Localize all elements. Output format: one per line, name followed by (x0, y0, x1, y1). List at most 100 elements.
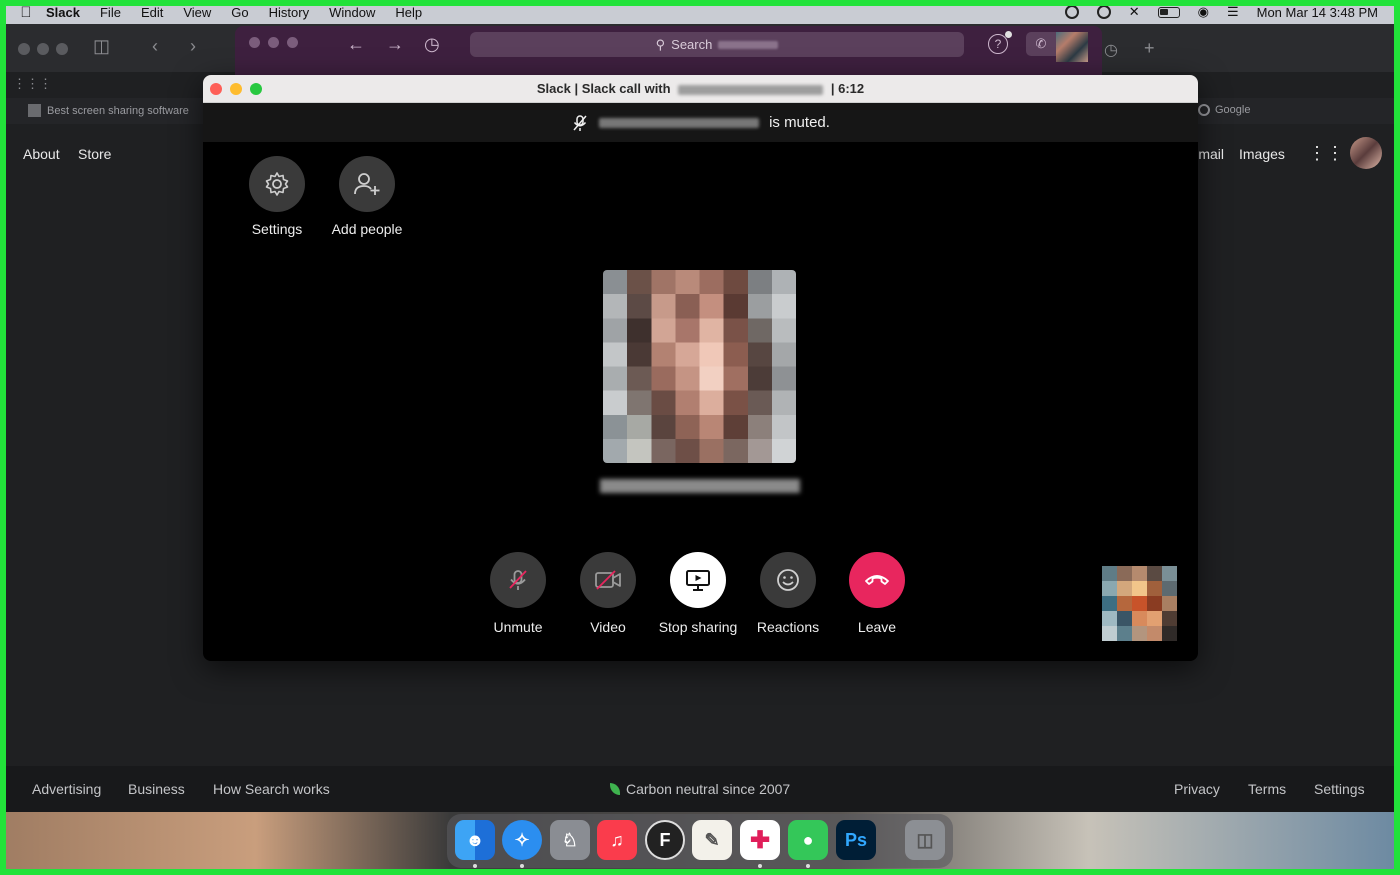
footer-terms[interactable]: Terms (1248, 781, 1286, 797)
add-people-circle (339, 156, 395, 212)
safari-icon[interactable]: ✧ (502, 820, 542, 860)
sidebar-toggle-icon[interactable]: ◫ (93, 36, 110, 57)
blurred-participant-name (600, 479, 800, 493)
browser-zoom-dot[interactable] (56, 43, 68, 55)
control-center-icon[interactable]: ☰ (1227, 4, 1239, 20)
slack-close-dot[interactable] (249, 37, 260, 48)
safari-running-dot (520, 864, 524, 868)
music-icon[interactable]: ♫ (597, 820, 637, 860)
call-window-title: Slack | Slack call with | 6:12 (536, 81, 865, 96)
menu-edit[interactable]: Edit (141, 5, 163, 20)
menu-view[interactable]: View (183, 5, 211, 20)
video-button[interactable]: Video (558, 552, 658, 635)
finder-running-dot (473, 864, 477, 868)
self-video-tile[interactable] (1102, 566, 1177, 641)
leave-circle (849, 552, 905, 608)
blurred-muted-name (599, 117, 760, 128)
self-pixelated-image (1102, 566, 1177, 641)
menu-window[interactable]: Window (329, 5, 375, 20)
leave-label: Leave (857, 619, 897, 635)
menubar-datetime[interactable]: Mon Mar 14 3:48 PM (1257, 5, 1378, 20)
footer-privacy[interactable]: Privacy (1174, 781, 1220, 797)
google-favicon-icon (1198, 104, 1210, 116)
wifi-icon[interactable]: ◉ (1198, 4, 1209, 20)
muted-notice: is muted. (203, 103, 1198, 142)
settings-label: Settings (251, 221, 303, 237)
reactions-circle (760, 552, 816, 608)
unmute-button[interactable]: Unmute (468, 552, 568, 635)
participant-video-tile[interactable] (603, 270, 796, 463)
huddle-phone-icon[interactable]: ✆ (1026, 32, 1056, 56)
footer-business[interactable]: Business (128, 781, 185, 797)
screen-share-icon (686, 570, 710, 591)
apple-menu-icon[interactable]:  (6, 4, 46, 21)
gear-icon (265, 172, 289, 196)
slack-minimize-dot[interactable] (268, 37, 279, 48)
footer-carbon-neutral[interactable]: Carbon neutral since 2007 (610, 781, 790, 797)
browser-minimize-dot[interactable] (37, 43, 49, 55)
unmute-circle (490, 552, 546, 608)
bluetooth-icon[interactable]: ✕ (1129, 4, 1140, 20)
forward-icon[interactable]: › (190, 36, 196, 57)
trash-icon[interactable]: ◫ (905, 820, 945, 860)
battery-icon[interactable] (1157, 6, 1180, 18)
photoshop-icon[interactable]: Ps (836, 820, 876, 860)
settings-circle (249, 156, 305, 212)
footer-how-search-works[interactable]: How Search works (213, 781, 330, 797)
bookmark-tab-google[interactable]: Google (1198, 104, 1250, 116)
mic-muted-icon (573, 114, 587, 131)
menu-history[interactable]: History (269, 5, 309, 20)
settings-button[interactable]: Settings (232, 156, 322, 237)
add-people-button[interactable]: Add people (322, 156, 412, 237)
messages-running-dot (806, 864, 810, 868)
textedit-icon[interactable]: ✎ (692, 820, 732, 860)
stop-sharing-button[interactable]: Stop sharing (648, 552, 748, 635)
menu-app-name[interactable]: Slack (46, 5, 80, 20)
launchpad-icon[interactable]: ♘ (550, 820, 590, 860)
search-icon: ⚲ (655, 36, 666, 52)
google-nav-images[interactable]: Images (1239, 146, 1285, 162)
menu-file[interactable]: File (100, 5, 121, 20)
smiley-icon (777, 569, 799, 591)
back-icon[interactable]: ‹ (152, 36, 158, 57)
hang-up-icon (865, 575, 889, 585)
slack-icon[interactable]: ✚ (740, 820, 780, 860)
tab-overview-icon[interactable]: ⋮⋮⋮ (13, 76, 52, 92)
menu-go[interactable]: Go (231, 5, 248, 20)
messages-icon[interactable]: ● (788, 820, 828, 860)
reactions-label: Reactions (756, 619, 820, 635)
video-circle (580, 552, 636, 608)
notification-dot (1005, 31, 1012, 38)
footer-settings[interactable]: Settings (1314, 781, 1365, 797)
sync-status-icon[interactable] (1096, 5, 1111, 19)
add-person-icon (354, 173, 380, 195)
unmute-label: Unmute (493, 619, 543, 635)
google-nav-store[interactable]: Store (78, 146, 111, 162)
leave-button[interactable]: Leave (827, 552, 927, 635)
bookmark-tab-left[interactable]: Best screen sharing software (28, 104, 189, 117)
help-icon[interactable]: ? (988, 34, 1008, 54)
font-app-icon[interactable]: F (645, 820, 685, 860)
browser-history-icon[interactable]: ◷ (1104, 40, 1118, 60)
new-tab-icon[interactable]: + (1144, 38, 1155, 59)
record-status-icon[interactable] (1064, 5, 1079, 19)
add-people-label: Add people (331, 221, 403, 237)
slack-call-window: Slack | Slack call with | 6:12 is muted.… (203, 75, 1198, 661)
footer-advertising[interactable]: Advertising (32, 781, 101, 797)
reactions-button[interactable]: Reactions (738, 552, 838, 635)
slack-search-bar[interactable]: ⚲ Search (470, 32, 964, 57)
slack-history-icon[interactable]: ◷ (424, 34, 440, 55)
google-account-avatar[interactable] (1350, 137, 1382, 169)
video-off-icon (595, 570, 621, 590)
slack-user-avatar[interactable] (1056, 32, 1088, 62)
google-nav-about[interactable]: About (23, 146, 60, 162)
finder-icon[interactable]: ☻ (455, 820, 495, 860)
slack-back-icon[interactable]: ← (347, 34, 365, 55)
slack-zoom-dot[interactable] (287, 37, 298, 48)
menu-help[interactable]: Help (395, 5, 422, 20)
slack-forward-icon[interactable]: → (386, 34, 404, 55)
browser-close-dot[interactable] (18, 43, 30, 55)
stop-sharing-circle (670, 552, 726, 608)
slack-running-dot (758, 864, 762, 868)
leaf-icon (610, 783, 620, 795)
